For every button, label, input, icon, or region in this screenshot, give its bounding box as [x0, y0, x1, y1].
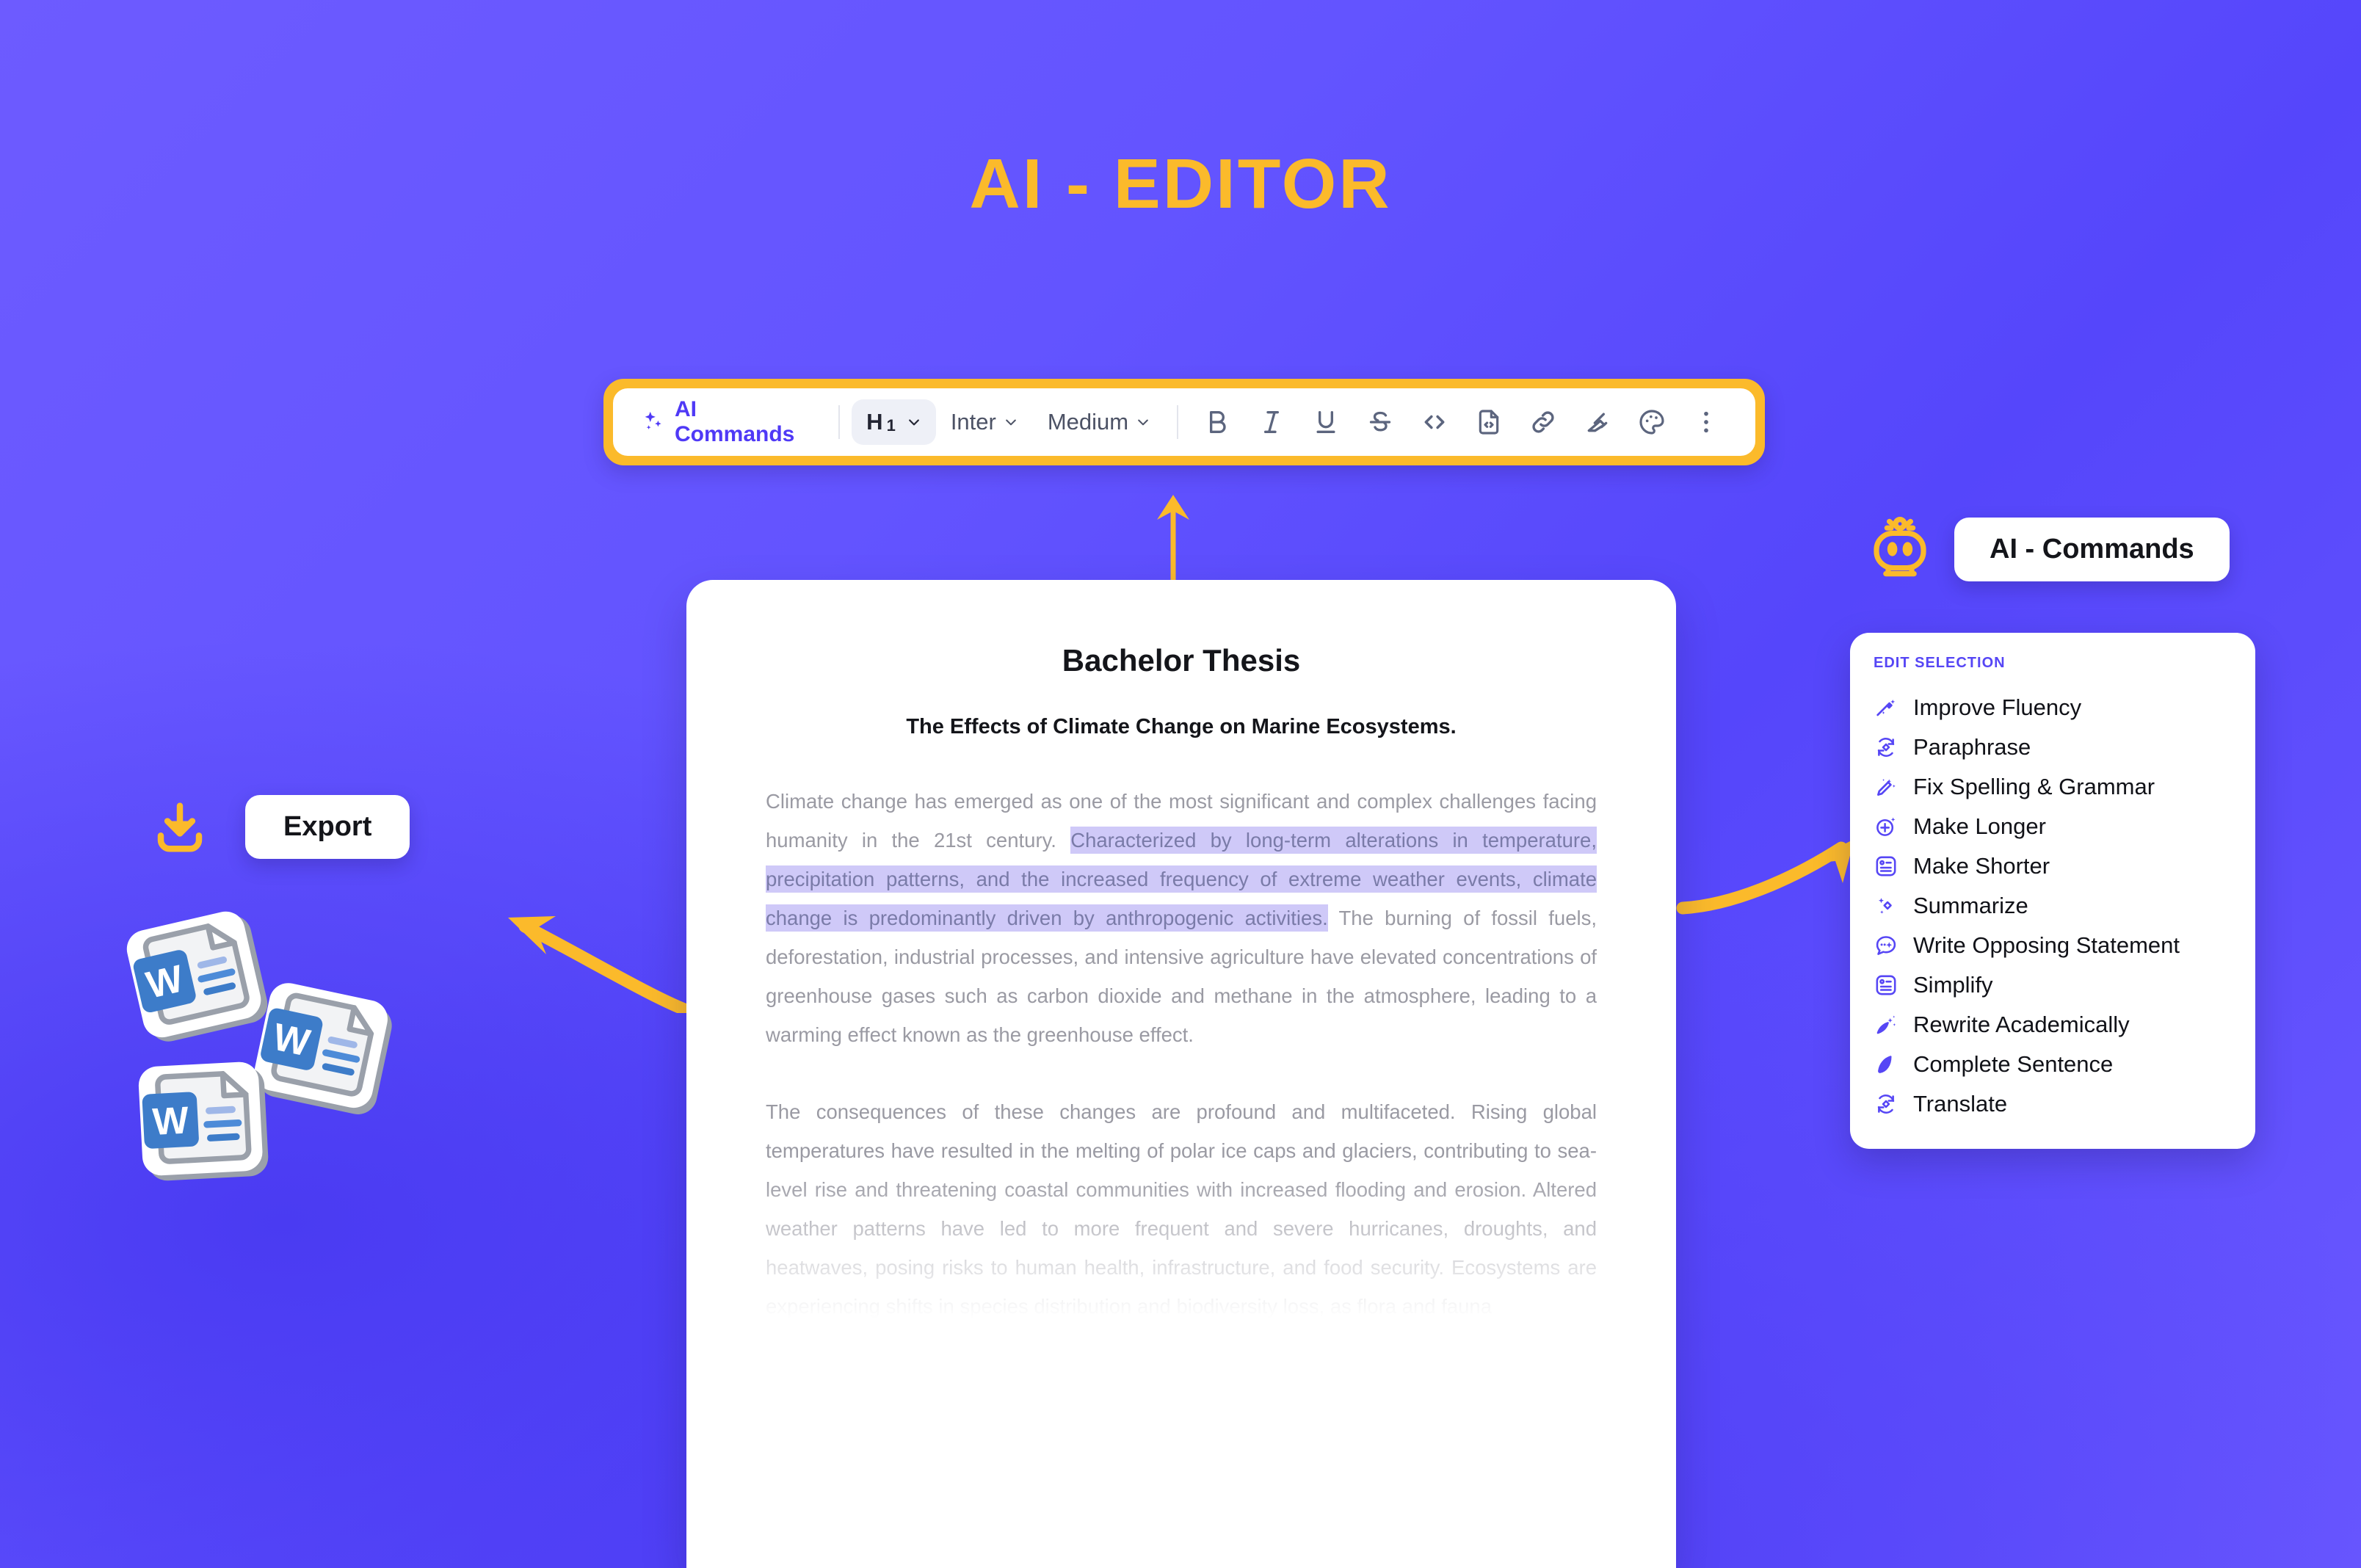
- toolbar-divider-2: [1177, 405, 1179, 439]
- font-weight-dropdown[interactable]: Medium: [1033, 400, 1165, 444]
- download-icon: [151, 799, 208, 856]
- command-label: Fix Spelling & Grammar: [1913, 774, 2155, 799]
- command-label: Improve Fluency: [1913, 694, 2082, 720]
- arrow-to-toolbar: [1122, 484, 1225, 592]
- command-translate[interactable]: Translate: [1850, 1084, 2255, 1124]
- command-label: Make Shorter: [1913, 853, 2050, 879]
- word-document-icon: W: [118, 896, 282, 1060]
- code-icon[interactable]: [1407, 395, 1462, 449]
- arrow-to-export: [470, 866, 697, 1018]
- command-write-opposing-statement[interactable]: Write Opposing Statement: [1850, 926, 2255, 965]
- more-options-icon[interactable]: [1679, 395, 1733, 449]
- command-label: Translate: [1913, 1091, 2008, 1117]
- document-subtitle: The Effects of Climate Change on Marine …: [906, 715, 1457, 738]
- robot-icon: [1865, 514, 1935, 584]
- chat-bubble-sparkle-icon: [1874, 933, 1898, 958]
- command-complete-sentence[interactable]: Complete Sentence: [1850, 1045, 2255, 1084]
- underline-icon[interactable]: [1299, 395, 1353, 449]
- sparkles-icon: [1874, 893, 1898, 918]
- code-block-file-icon[interactable]: [1462, 395, 1516, 449]
- command-label: Simplify: [1913, 972, 1993, 998]
- editor-toolbar: AI Commands H 1 Inter Medium: [603, 379, 1765, 465]
- arrow-to-ai-commands: [1672, 796, 1871, 918]
- chevron-down-icon: [1004, 415, 1018, 429]
- heading-level: 1: [886, 416, 896, 435]
- bold-icon[interactable]: [1190, 395, 1244, 449]
- font-weight-label: Medium: [1047, 409, 1129, 435]
- command-label: Write Opposing Statement: [1913, 932, 2180, 958]
- command-make-longer[interactable]: Make Longer: [1850, 807, 2255, 846]
- toolbar-divider-1: [838, 405, 841, 439]
- chevron-down-icon: [907, 415, 921, 429]
- command-label: Summarize: [1913, 893, 2028, 918]
- edit-selection-section-label: EDIT SELECTION: [1874, 655, 2006, 671]
- command-label: Paraphrase: [1913, 734, 2031, 760]
- command-improve-fluency[interactable]: Improve Fluency: [1850, 688, 2255, 727]
- page-title: AI - EDITOR: [969, 145, 1392, 223]
- chevron-down-icon: [1136, 415, 1150, 429]
- feather-icon: [1874, 1052, 1898, 1077]
- color-palette-icon[interactable]: [1625, 395, 1679, 449]
- document-paragraph-2[interactable]: The consequences of these changes are pr…: [766, 1092, 1597, 1326]
- command-make-shorter[interactable]: Make Shorter: [1850, 846, 2255, 886]
- export-button[interactable]: Export: [245, 795, 410, 859]
- command-paraphrase[interactable]: Paraphrase: [1850, 727, 2255, 767]
- command-label: Rewrite Academically: [1913, 1012, 2130, 1037]
- command-fix-spelling-grammar[interactable]: Fix Spelling & Grammar: [1850, 767, 2255, 807]
- command-rewrite-academically[interactable]: Rewrite Academically: [1850, 1005, 2255, 1045]
- italic-icon[interactable]: [1244, 395, 1299, 449]
- command-label: Complete Sentence: [1913, 1051, 2114, 1077]
- link-icon[interactable]: [1516, 395, 1570, 449]
- list-square-icon: [1874, 973, 1898, 998]
- export-group: Export: [151, 795, 410, 859]
- heading-level-dropdown[interactable]: H 1: [852, 399, 936, 445]
- ai-commands-button[interactable]: AI Commands: [635, 397, 827, 447]
- font-family-label: Inter: [950, 409, 996, 435]
- highlighter-icon[interactable]: [1570, 395, 1625, 449]
- strikethrough-icon[interactable]: [1353, 395, 1407, 449]
- quill-sparkle-icon: [1874, 1012, 1898, 1037]
- document-card: Bachelor Thesis The Effects of Climate C…: [686, 580, 1676, 1568]
- sparkles-icon: [641, 410, 666, 435]
- command-summarize[interactable]: Summarize: [1850, 886, 2255, 926]
- document-title: Bachelor Thesis: [1062, 643, 1301, 678]
- magic-wand-icon: [1874, 695, 1898, 720]
- document-paragraph-1[interactable]: Climate change has emerged as one of the…: [766, 782, 1597, 1054]
- command-label: Make Longer: [1913, 813, 2046, 839]
- word-file-cluster: W W W: [125, 910, 433, 1219]
- heading-label: H: [866, 409, 883, 435]
- ai-commands-header: AI - Commands: [1865, 514, 2230, 584]
- ai-commands-panel: EDIT SELECTION Improve Fluency Paraphras…: [1850, 633, 2255, 1149]
- svg-text:W: W: [151, 1099, 190, 1144]
- list-square-icon: [1874, 854, 1898, 879]
- ai-commands-label: AI Commands: [675, 397, 795, 446]
- command-simplify[interactable]: Simplify: [1850, 965, 2255, 1005]
- word-document-icon: W: [134, 1052, 278, 1195]
- font-family-dropdown[interactable]: Inter: [936, 400, 1033, 444]
- magic-pencil-icon: [1874, 774, 1898, 799]
- refresh-diamond-icon: [1874, 735, 1898, 760]
- ai-commands-title[interactable]: AI - Commands: [1954, 517, 2230, 581]
- refresh-diamond-icon: [1874, 1092, 1898, 1117]
- plus-circle-sparkle-icon: [1874, 814, 1898, 839]
